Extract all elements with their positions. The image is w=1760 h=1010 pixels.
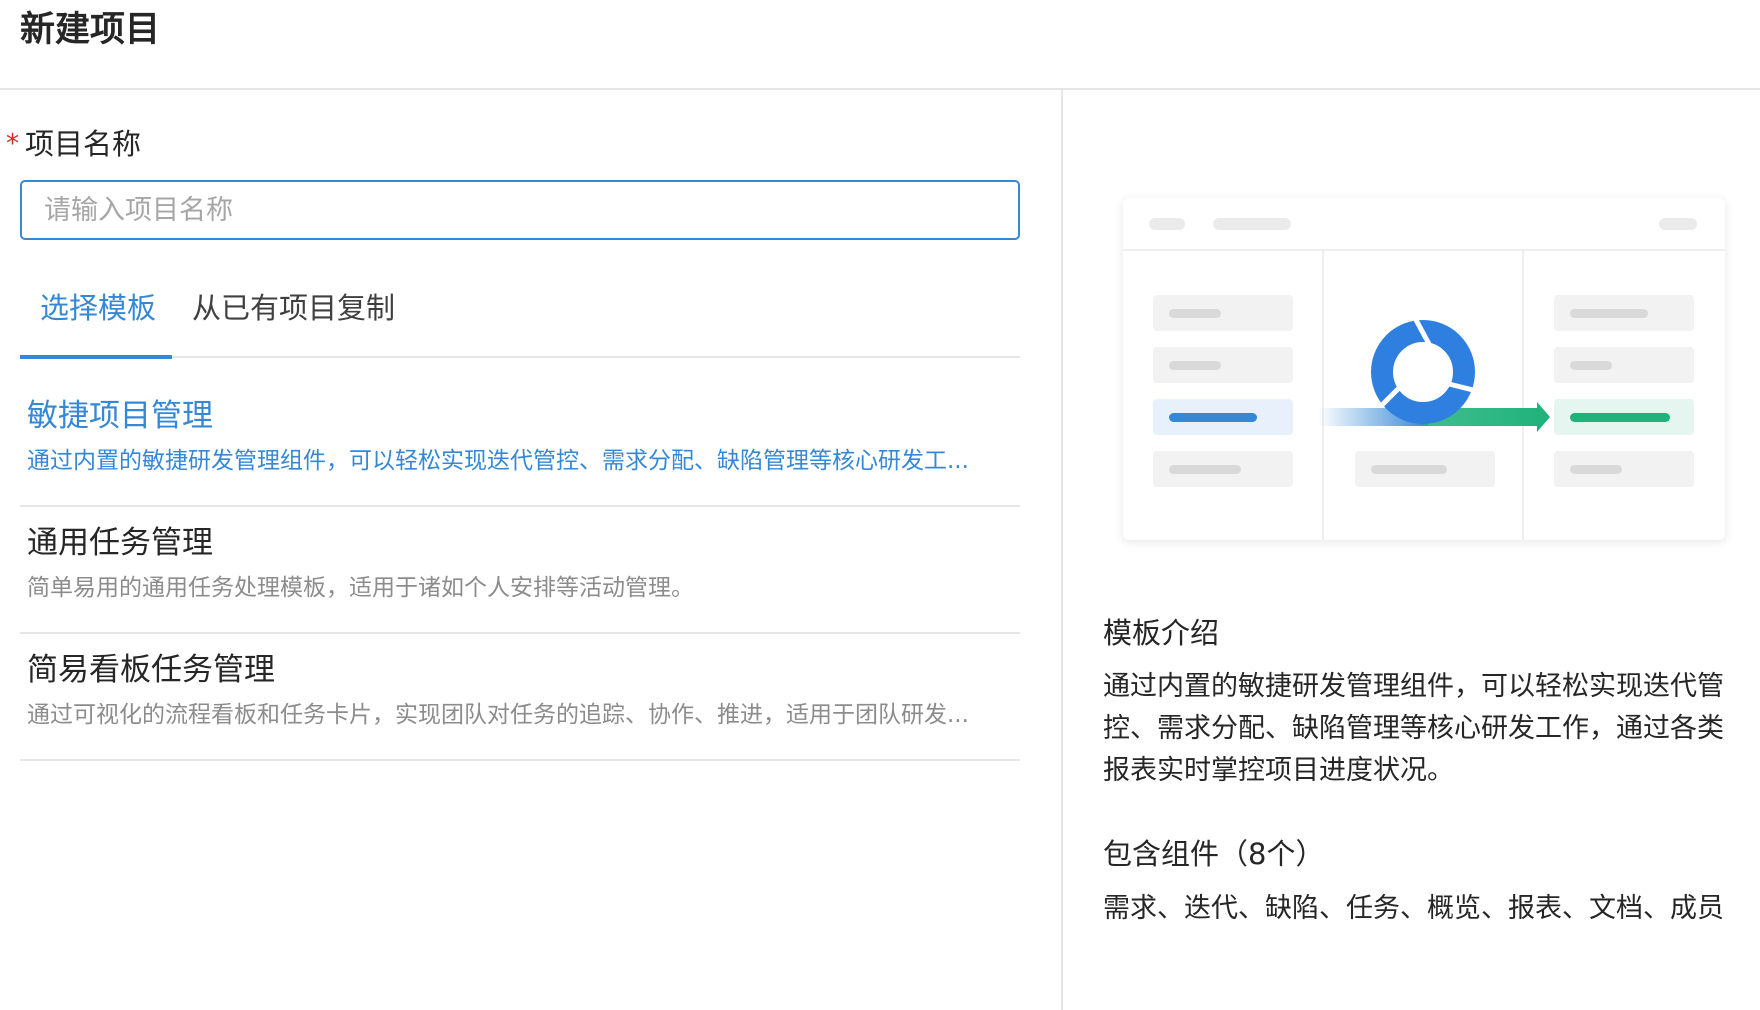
agile-flow-illustration [1123, 218, 1725, 540]
template-item-agile[interactable]: 敏捷项目管理 通过内置的敏捷研发管理组件，可以轻松实现迭代管控、需求分配、缺陷管… [20, 380, 1020, 507]
header-divider [0, 88, 1760, 90]
template-intro-text: 通过内置的敏捷研发管理组件，可以轻松实现迭代管控、需求分配、缺陷管理等核心研发工… [1103, 671, 1724, 786]
template-list: 敏捷项目管理 通过内置的敏捷研发管理组件，可以轻松实现迭代管控、需求分配、缺陷管… [20, 380, 1020, 761]
template-title: 通用任务管理 [27, 525, 213, 561]
tab-copy-from-project[interactable]: 从已有项目复制 [192, 288, 395, 328]
template-intro-heading: 模板介绍 [1103, 616, 1220, 650]
template-preview-image [1123, 198, 1725, 540]
cycle-arrows-icon [1371, 316, 1475, 424]
components-heading: 包含组件（8个） [1103, 837, 1325, 871]
page-title: 新建项目 [20, 10, 161, 50]
project-name-label: * 项目名称 [6, 124, 141, 166]
panel-divider [1061, 89, 1063, 1010]
required-mark: * [6, 129, 19, 159]
template-description: 通过可视化的流程看板和任务卡片，实现团队对任务的追踪、协作、推进，适用于团队研发… [27, 702, 969, 728]
tab-select-template[interactable]: 选择模板 [40, 288, 156, 328]
template-title: 简易看板任务管理 [27, 652, 275, 688]
project-name-input[interactable] [20, 180, 1020, 240]
template-item-kanban[interactable]: 简易看板任务管理 通过可视化的流程看板和任务卡片，实现团队对任务的追踪、协作、推… [20, 634, 1020, 761]
project-name-label-text: 项目名称 [25, 127, 142, 161]
template-title: 敏捷项目管理 [27, 398, 213, 434]
active-tab-indicator [20, 355, 172, 359]
components-list: 需求、迭代、缺陷、任务、概览、报表、文档、成员 [1103, 893, 1724, 924]
template-description: 通过内置的敏捷研发管理组件，可以轻松实现迭代管控、需求分配、缺陷管理等核心研发工… [27, 448, 969, 474]
template-description: 简单易用的通用任务处理模板，适用于诸如个人安排等活动管理。 [27, 575, 694, 601]
template-source-tabs: 选择模板 从已有项目复制 [20, 280, 1020, 359]
template-item-general-task[interactable]: 通用任务管理 简单易用的通用任务处理模板，适用于诸如个人安排等活动管理。 [20, 507, 1020, 634]
